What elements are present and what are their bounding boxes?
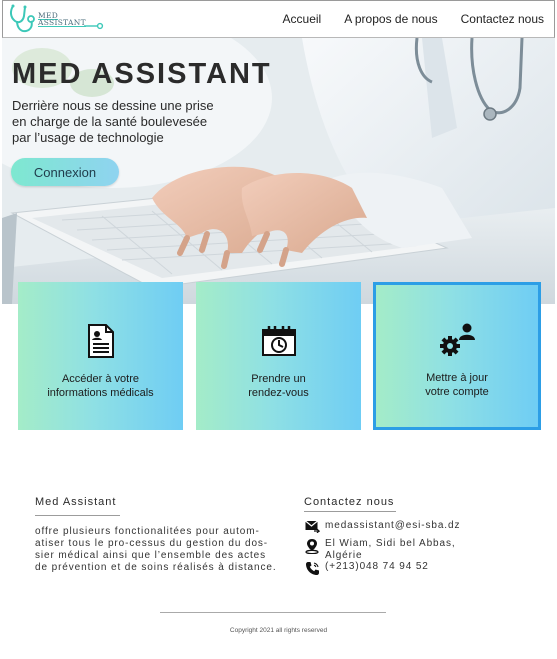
card-medical-info[interactable]: Accéder à votre informations médicals [18,282,183,430]
card-label: Accéder à votre informations médicals [47,372,153,400]
footer-about-line: atiser tous le pro-cessus du gestion du … [35,538,269,549]
nav-link-about[interactable]: A propos de nous [344,12,437,26]
footer-contact-title: Contactez nous [304,496,395,508]
copyright-text: Copyright 2021 all rights reserved [229,627,328,634]
hero-subtitle: Derrière nous se dessine une prise en ch… [12,98,262,146]
footer-about-line: offre plusieurs fonctionalitées pour aut… [35,526,260,537]
hero-subtitle-line: par l’usage de technologie [12,130,164,145]
logo-line-2: ASSISTANT [38,18,86,27]
footer-divider [160,612,386,613]
logo[interactable]: MED ASSISTANT [7,2,104,36]
contact-address: El Wiam, Sidi bel Abbas, Algérie [325,538,456,562]
footer-about-text: offre plusieurs fonctionalitées pour aut… [35,526,300,574]
email-icon [304,520,320,534]
footer-about-divider [35,515,120,516]
card-label-line: informations médicals [47,387,154,399]
card-label-line: Accéder à votre [61,373,140,385]
user-settings-icon [437,321,477,359]
footer-about-title: Med Assistant [35,496,117,508]
footer-contact-divider [304,511,396,512]
medical-record-icon [86,322,116,360]
card-label-line: votre compte [425,386,489,398]
nav-link-contact[interactable]: Contactez nous [461,12,544,26]
card-appointment[interactable]: Prendre un rendez-vous [196,282,361,430]
contact-address-line: El Wiam, Sidi bel Abbas, [325,538,456,549]
hero-banner: MED ASSISTANT Derrière nous se dessine u… [2,38,555,304]
logo-text: MED ASSISTANT [38,12,86,27]
card-update-account[interactable]: Mettre à jour votre compte [373,282,541,430]
hero-subtitle-line: Derrière nous se dessine une prise [12,98,214,113]
card-label-line: Prendre un [251,373,306,385]
hero-title: MED ASSISTANT [12,58,272,90]
card-label: Prendre un rendez-vous [248,372,309,400]
contact-address-row: El Wiam, Sidi bel Abbas, Algérie [304,538,456,562]
stethoscope-logo-icon [9,4,35,33]
logo-underline-icon [83,22,104,30]
nav-link-accueil[interactable]: Accueil [283,12,322,26]
connexion-button[interactable]: Connexion [11,158,119,186]
card-label: Mettre à jour votre compte [425,371,489,399]
contact-phone[interactable]: (+213)048 74 94 52 [325,561,429,573]
contact-email-row: medassistant@esi-sba.dz [304,520,460,534]
nav-links: Accueil A propos de nous Contactez nous [260,12,544,26]
card-label-line: rendez-vous [248,387,309,399]
location-pin-icon [304,538,320,554]
contact-email[interactable]: medassistant@esi-sba.dz [325,520,460,532]
card-label-line: Mettre à jour [426,372,488,384]
hero-subtitle-line: en charge de la santé boulevesée [12,114,208,129]
footer-about-line: sier médical ainsi que l’ensemble des ac… [35,550,267,561]
phone-icon [304,561,320,575]
top-navbar: MED ASSISTANT Accueil A propos de nous C… [2,0,555,38]
calendar-clock-icon [261,322,297,360]
contact-phone-row: (+213)048 74 94 52 [304,561,429,575]
footer-about-line: de prévention et de soins réalisés à dis… [35,562,277,573]
